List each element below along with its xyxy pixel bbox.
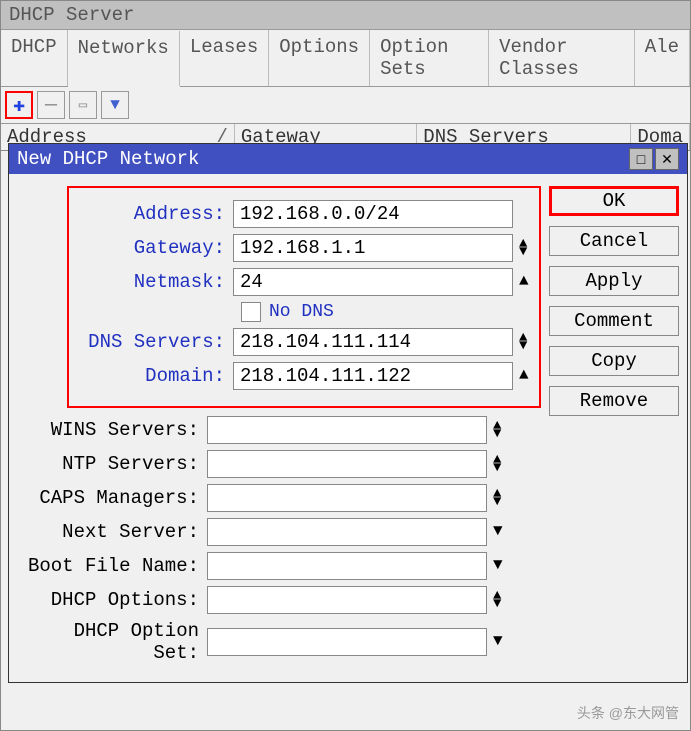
tab-bar: DHCP Networks Leases Options Option Sets… bbox=[1, 30, 690, 87]
next-spinner[interactable]: ▼ bbox=[493, 527, 503, 537]
form-area: Address: Gateway: ▲▼ Netmask: ▲ No DNS bbox=[17, 186, 541, 670]
apply-button[interactable]: Apply bbox=[549, 266, 679, 296]
add-button[interactable]: ✚ bbox=[5, 91, 33, 119]
label-next: Next Server: bbox=[17, 521, 207, 543]
close-icon: ✕ bbox=[661, 151, 673, 168]
boot-spinner[interactable]: ▼ bbox=[493, 561, 503, 571]
no-dns-checkbox[interactable] bbox=[241, 302, 261, 322]
funnel-icon: ▼ bbox=[110, 96, 120, 114]
properties-button[interactable]: ▭ bbox=[69, 91, 97, 119]
label-netmask: Netmask: bbox=[73, 271, 233, 293]
boot-file-input[interactable] bbox=[207, 552, 487, 580]
comment-button[interactable]: Comment bbox=[549, 306, 679, 336]
plus-icon: ✚ bbox=[13, 92, 25, 118]
chevron-down-icon: ▼ bbox=[493, 561, 503, 571]
chevron-down-icon: ▼ bbox=[519, 342, 527, 350]
address-input[interactable] bbox=[233, 200, 513, 228]
watermark: 头条 @东大网管 bbox=[577, 703, 679, 723]
label-nodns: No DNS bbox=[269, 302, 334, 322]
chevron-up-icon: ▲ bbox=[519, 277, 529, 287]
tab-leases[interactable]: Leases bbox=[180, 30, 269, 86]
chevron-down-icon: ▼ bbox=[493, 637, 503, 647]
domain-spinner[interactable]: ▲ bbox=[519, 371, 529, 381]
label-dhcpopt: DHCP Options: bbox=[17, 589, 207, 611]
ntp-spinner[interactable]: ▲▼ bbox=[493, 456, 501, 473]
domain-input[interactable] bbox=[233, 362, 513, 390]
dialog-title: New DHCP Network bbox=[17, 148, 199, 170]
next-server-input[interactable] bbox=[207, 518, 487, 546]
dhcp-option-set-input[interactable] bbox=[207, 628, 487, 656]
chevron-down-icon: ▼ bbox=[493, 527, 503, 537]
tab-networks[interactable]: Networks bbox=[68, 31, 180, 87]
highlighted-fields: Address: Gateway: ▲▼ Netmask: ▲ No DNS bbox=[67, 186, 541, 408]
minus-icon: — bbox=[45, 94, 57, 117]
label-dhcpset: DHCP Option Set: bbox=[17, 620, 207, 664]
window-title: DHCP Server bbox=[1, 1, 690, 30]
chevron-down-icon: ▼ bbox=[493, 600, 501, 608]
gateway-spinner[interactable]: ▲▼ bbox=[519, 240, 527, 257]
netmask-input[interactable] bbox=[233, 268, 513, 296]
filter-button[interactable]: ▼ bbox=[101, 91, 129, 119]
extra-fields: WINS Servers: ▲▼ NTP Servers: ▲▼ CAPS Ma… bbox=[17, 416, 541, 664]
chevron-down-icon: ▼ bbox=[493, 498, 501, 506]
cancel-button[interactable]: Cancel bbox=[549, 226, 679, 256]
tab-option-sets[interactable]: Option Sets bbox=[370, 30, 489, 86]
dialog-title-bar: New DHCP Network □ ✕ bbox=[9, 144, 687, 174]
ok-button[interactable]: OK bbox=[549, 186, 679, 216]
copy-button[interactable]: Copy bbox=[549, 346, 679, 376]
toolbar: ✚ — ▭ ▼ bbox=[1, 87, 690, 124]
wins-input[interactable] bbox=[207, 416, 487, 444]
tab-vendor-classes[interactable]: Vendor Classes bbox=[489, 30, 635, 86]
dialog-body: Address: Gateway: ▲▼ Netmask: ▲ No DNS bbox=[9, 174, 687, 682]
tab-options[interactable]: Options bbox=[269, 30, 370, 86]
chevron-up-icon: ▲ bbox=[519, 371, 529, 381]
label-gateway: Gateway: bbox=[73, 237, 233, 259]
close-button[interactable]: ✕ bbox=[655, 148, 679, 170]
doc-icon: ▭ bbox=[79, 97, 87, 114]
netmask-spinner[interactable]: ▲ bbox=[519, 277, 529, 287]
wins-spinner[interactable]: ▲▼ bbox=[493, 422, 501, 439]
caps-spinner[interactable]: ▲▼ bbox=[493, 490, 501, 507]
gateway-input[interactable] bbox=[233, 234, 513, 262]
minimize-button[interactable]: □ bbox=[629, 148, 653, 170]
dhcpopt-spinner[interactable]: ▲▼ bbox=[493, 592, 501, 609]
dialog-buttons: OK Cancel Apply Comment Copy Remove bbox=[549, 186, 679, 670]
label-domain: Domain: bbox=[73, 365, 233, 387]
square-icon: □ bbox=[637, 151, 645, 167]
tab-dhcp[interactable]: DHCP bbox=[1, 30, 68, 86]
dns-input[interactable] bbox=[233, 328, 513, 356]
remove-button[interactable]: Remove bbox=[549, 386, 679, 416]
label-ntp: NTP Servers: bbox=[17, 453, 207, 475]
remove-button[interactable]: — bbox=[37, 91, 65, 119]
label-boot: Boot File Name: bbox=[17, 555, 207, 577]
dhcp-options-input[interactable] bbox=[207, 586, 487, 614]
ntp-input[interactable] bbox=[207, 450, 487, 478]
dns-spinner[interactable]: ▲▼ bbox=[519, 334, 527, 351]
chevron-down-icon: ▼ bbox=[493, 464, 501, 472]
label-address: Address: bbox=[73, 203, 233, 225]
dhcpset-spinner[interactable]: ▼ bbox=[493, 637, 503, 647]
label-wins: WINS Servers: bbox=[17, 419, 207, 441]
chevron-down-icon: ▼ bbox=[493, 430, 501, 438]
label-dns: DNS Servers: bbox=[73, 331, 233, 353]
caps-input[interactable] bbox=[207, 484, 487, 512]
tab-alerts[interactable]: Ale bbox=[635, 30, 690, 86]
label-caps: CAPS Managers: bbox=[17, 487, 207, 509]
chevron-down-icon: ▼ bbox=[519, 248, 527, 256]
new-dhcp-network-dialog: New DHCP Network □ ✕ Address: Gateway: ▲… bbox=[8, 143, 688, 683]
